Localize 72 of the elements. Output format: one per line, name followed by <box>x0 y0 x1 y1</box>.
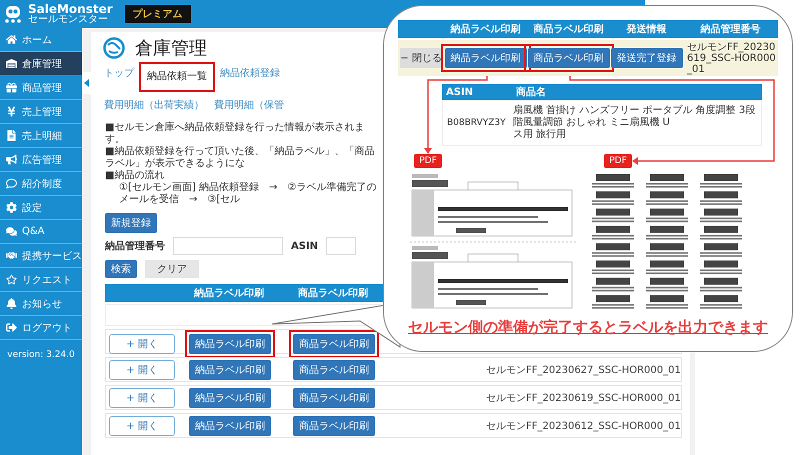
globe-icon <box>103 37 125 59</box>
tab[interactable]: トップ <box>99 62 139 92</box>
tab[interactable]: 費用明細（出荷実績） <box>99 94 209 116</box>
column-header: 商品ラベル印刷 <box>297 286 369 300</box>
plan-badge: プレミアム <box>124 5 191 23</box>
bell-icon <box>6 298 17 309</box>
column-header: 商品ラベル印刷 <box>532 22 604 36</box>
pdf-badge: PDF <box>604 154 632 168</box>
table-cell-text: セルモンFF_20230612_SSC-HOR000_01 <box>486 420 681 432</box>
note-text: ■セルモン倉庫へ納品依頼登録を行った情報が表示されます。 <box>105 122 366 146</box>
expand-button[interactable]: + 開く <box>109 416 175 436</box>
logo-subtitle: セールモンスター <box>28 15 109 25</box>
logout-icon <box>6 322 17 333</box>
monster-logo-icon <box>4 4 22 24</box>
yen-icon <box>6 106 17 117</box>
filter-label: ASIN <box>291 240 318 252</box>
star-icon <box>6 274 17 285</box>
collapse-sidebar-button[interactable] <box>82 72 91 94</box>
tab[interactable]: 納品依頼登録 <box>215 62 285 92</box>
print-label-button[interactable]: 商品ラベル印刷 <box>293 388 375 408</box>
print-label-button[interactable]: 納品ラベル印刷 <box>189 416 271 436</box>
settings-icon <box>6 202 17 213</box>
print-label-button[interactable]: 商品ラベル印刷 <box>528 48 610 68</box>
print-label-button[interactable]: 納品ラベル印刷 <box>189 334 271 354</box>
product-name-text: 扇風機 首掛け ハンズフリー ポータブル 角度調整 3段階風量調節 おしゃれ ミニ扇風機 U <box>513 105 756 128</box>
table-cell-text: セルモンFF_20230619_SSC-HOR000_01 <box>686 42 777 74</box>
page-title: 倉庫管理 <box>135 37 207 60</box>
speech-bubble-icon <box>6 178 17 189</box>
column-header: ASIN <box>445 86 474 98</box>
pdf-badge: PDF <box>414 154 442 168</box>
print-label-button[interactable]: 納品ラベル印刷 <box>444 48 526 68</box>
home-icon <box>6 34 17 45</box>
column-header: 納品ラベル印刷 <box>449 22 522 36</box>
gift-icon <box>6 82 17 93</box>
clear-button[interactable]: クリア <box>145 260 199 278</box>
print-label-button[interactable]: 納品ラベル印刷 <box>189 360 271 380</box>
caret-icon <box>84 79 89 87</box>
table-cell-text: B08BRVYZ3Y <box>446 118 507 128</box>
column-header: 納品ラベル印刷 <box>192 286 265 300</box>
new-registration-button[interactable]: 新規登録 <box>105 213 157 233</box>
print-label-button[interactable]: 納品ラベル印刷 <box>189 388 271 408</box>
search-button[interactable]: 検索 <box>105 260 137 278</box>
tab[interactable]: 費用明細（保管 <box>209 94 289 116</box>
sidebar-item[interactable]: 倉庫管理 <box>0 52 82 76</box>
chat-icon <box>6 226 17 237</box>
expand-button[interactable]: + 開く <box>109 360 175 380</box>
print-label-button[interactable]: 商品ラベル印刷 <box>293 360 375 380</box>
megaphone-icon <box>6 154 17 165</box>
collapse-button[interactable]: − 閉じる <box>400 48 442 68</box>
note-text: ■納品依頼登録を行って頂いた後、「納品ラベル」、「商品ラベル」が表示できるようにな <box>105 146 376 170</box>
expand-button[interactable]: + 開く <box>109 388 175 408</box>
version-text: version: 3.24.0 <box>6 350 76 360</box>
filter-label: 納品管理番号 <box>105 240 165 253</box>
warehouse-icon <box>6 58 17 69</box>
column-header: 商品名 <box>515 85 547 99</box>
document-icon <box>6 130 17 141</box>
callout-message: セルモン側の準備が完了するとラベルを出力できます <box>407 318 769 337</box>
input-field[interactable] <box>326 237 356 255</box>
print-label-button[interactable]: 商品ラベル印刷 <box>293 416 375 436</box>
note-text: ①[セルモン画面] 納品依頼登録 → ②ラベル準備完了のメールを受信 → ③[セル <box>118 182 378 206</box>
handshake-icon <box>6 250 17 261</box>
product-name-text: ス用 旅行用 <box>513 129 568 141</box>
note-text: ■納品の流れ <box>105 170 166 182</box>
input-field[interactable] <box>173 237 283 255</box>
print-label-button[interactable]: 商品ラベル印刷 <box>293 334 375 354</box>
column-header: 発送情報 <box>625 22 668 36</box>
logo-text: SaleMonster <box>28 3 113 15</box>
expand-button[interactable]: + 開く <box>109 334 175 354</box>
column-header: 納品管理番号 <box>699 22 762 36</box>
shipping-complete-button[interactable]: 発送完了登録 <box>610 48 682 68</box>
table-cell-text: セルモンFF_20230619_SSC-HOR000_01 <box>486 392 681 404</box>
table-cell-text: セルモンFF_20230627_SSC-HOR000_01 <box>486 364 681 376</box>
